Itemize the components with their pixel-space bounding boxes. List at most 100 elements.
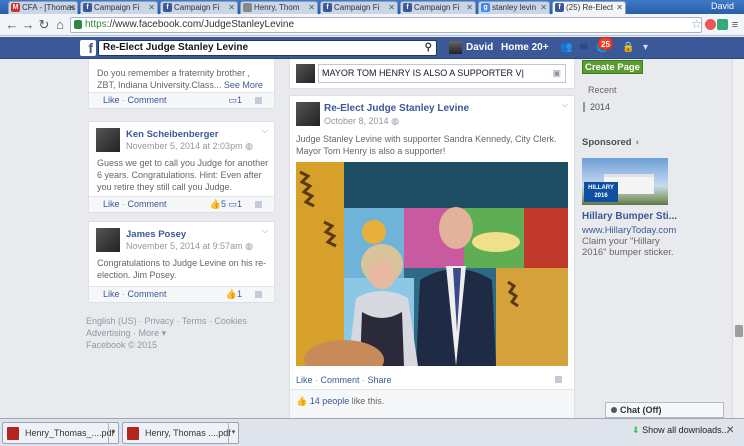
close-icon[interactable]: ✕ — [148, 2, 155, 13]
comment-link[interactable]: Comment — [128, 95, 167, 105]
comment-link[interactable]: Comment — [128, 199, 167, 209]
chat-tab[interactable]: Chat (Off) — [605, 402, 724, 418]
address-bar[interactable]: https://www.facebook.com/JudgeStanleyLev… — [70, 17, 702, 33]
footer-link[interactable]: Advertising — [86, 328, 131, 338]
facebook-icon: f — [403, 3, 412, 12]
like-button[interactable]: Like — [296, 375, 313, 385]
show-all-downloads-link[interactable]: ⬇ Show all downloads... — [632, 425, 729, 436]
download-item[interactable]: Henry, Thomas ....pdf ▾ — [122, 422, 239, 444]
close-icon[interactable]: ✕ — [616, 2, 623, 13]
tab-label: Campaign Fi — [334, 3, 380, 12]
profile-link[interactable]: David — [466, 42, 493, 53]
likes-count-link[interactable]: 14 people — [310, 396, 350, 406]
browser-tab[interactable]: f Campaign Fi ✕ — [400, 1, 476, 14]
see-more-link[interactable]: See More — [224, 80, 263, 90]
search-icon[interactable]: ⚲ — [425, 41, 432, 55]
facebook-logo-icon[interactable]: f — [80, 40, 96, 56]
post-author[interactable]: Re-Elect Judge Stanley Levine — [324, 103, 469, 114]
flag-icon[interactable] — [255, 201, 262, 208]
back-icon[interactable]: ← — [5, 18, 19, 32]
reload-icon[interactable]: ↻ — [37, 18, 51, 32]
camera-icon[interactable]: ▣ — [552, 65, 561, 82]
extension-icon[interactable] — [717, 19, 728, 30]
home-link[interactable]: Home 20+ — [501, 42, 549, 53]
privacy-lock-icon[interactable]: 🔒 — [622, 42, 634, 53]
messages-icon[interactable]: ✉ — [578, 42, 589, 53]
comment-date[interactable]: November 5, 2014 at 9:57am ◍ — [126, 241, 253, 252]
page-scrollbar[interactable] — [732, 59, 744, 418]
settings-chevron-icon[interactable]: ▾ — [640, 42, 651, 53]
browser-tab[interactable]: M CFA - [Thomas ✕ — [8, 1, 78, 14]
footer-link[interactable]: English (US) — [86, 316, 137, 326]
footer-link[interactable]: Privacy — [145, 316, 175, 326]
friend-requests-icon[interactable]: 👥 — [560, 42, 572, 53]
search-input[interactable]: Re-Elect Judge Stanley Levine ⚲ — [98, 40, 437, 56]
like-count[interactable]: 👍1 — [226, 287, 242, 302]
commenter-name[interactable]: James Posey — [126, 229, 186, 240]
close-icon[interactable]: ✕ — [540, 2, 547, 13]
comment-date[interactable]: November 5, 2014 at 2:03pm ◍ — [126, 141, 253, 152]
chevron-down-icon[interactable]: ▾ — [108, 423, 118, 443]
browser-profile-name[interactable]: David — [711, 1, 734, 12]
browser-tab[interactable]: f Campaign Fi ✕ — [80, 1, 158, 14]
ad-title[interactable]: Hillary Bumper Sti... — [582, 211, 677, 222]
close-icon[interactable]: ✕ — [308, 2, 315, 13]
facebook-icon: f — [163, 3, 172, 12]
timeline-year-2014[interactable]: 2014 — [583, 102, 643, 112]
chevron-down-icon[interactable]: ▾ — [162, 328, 167, 338]
page-avatar[interactable] — [296, 102, 320, 126]
chevron-down-icon[interactable]: ▾ — [228, 423, 238, 443]
close-icon[interactable]: ✕ — [388, 2, 395, 13]
create-page-button[interactable]: Create Page — [582, 60, 643, 74]
footer-link[interactable]: More — [139, 328, 160, 338]
menu-icon[interactable]: ≡ — [728, 18, 742, 32]
browser-tab[interactable]: f Campaign Fi ✕ — [160, 1, 238, 14]
browser-tab[interactable]: Henry, Thom ✕ — [240, 1, 318, 14]
page-content: Do you remember a fraternity brother , Z… — [0, 59, 744, 418]
bookmark-star-icon[interactable]: ☆ — [691, 17, 702, 31]
close-icon[interactable]: ✕ — [466, 2, 473, 13]
avatar[interactable] — [449, 41, 462, 54]
avatar[interactable] — [96, 228, 120, 252]
comment-count[interactable]: ▭1 — [228, 93, 242, 108]
like-count[interactable]: 👍5 ▭1 — [210, 197, 242, 212]
post-date[interactable]: October 8, 2014 ◍ — [324, 116, 399, 127]
flag-icon[interactable] — [555, 376, 562, 383]
scrollbar-thumb[interactable] — [735, 325, 743, 337]
comment-link[interactable]: Comment — [128, 289, 167, 299]
chevron-down-icon[interactable]: ⌵ — [262, 126, 268, 136]
share-button[interactable]: Share — [368, 375, 392, 385]
avatar[interactable] — [96, 128, 120, 152]
comment-actions: Like · Comment 👍5 ▭1 — [89, 196, 274, 212]
like-link[interactable]: Like — [103, 95, 120, 105]
download-item[interactable]: Henry_Thomas_....pdf ▾ — [2, 422, 119, 444]
ad-image[interactable]: HILLARY 2016 — [582, 158, 668, 205]
like-link[interactable]: Like — [103, 289, 120, 299]
browser-tab[interactable]: g stanley levin ✕ — [478, 1, 550, 14]
browser-tab-active[interactable]: f (25) Re-Elect ✕ — [552, 1, 626, 14]
ad-choices-icon[interactable]: ◖ — [634, 137, 640, 148]
close-icon[interactable]: ✕ — [726, 425, 734, 436]
footer-link[interactable]: Terms — [182, 316, 207, 326]
comment-button[interactable]: Comment — [321, 375, 360, 385]
timeline-year-recent[interactable]: Recent — [583, 85, 643, 95]
chevron-down-icon[interactable]: ⌵ — [262, 226, 268, 236]
extension-icon[interactable] — [705, 19, 716, 30]
ad-url[interactable]: www.HillaryToday.com — [582, 225, 676, 236]
commenter-name[interactable]: Ken Scheibenberger — [126, 129, 218, 140]
browser-tab[interactable]: f Campaign Fi ✕ — [320, 1, 398, 14]
likes-summary: 👍 14 people like this. — [290, 389, 574, 418]
like-link[interactable]: Like — [103, 199, 120, 209]
flag-icon[interactable] — [255, 97, 262, 104]
forward-icon[interactable]: → — [21, 18, 35, 32]
composer-input[interactable]: MAYOR TOM HENRY IS ALSO A SUPPORTER V| ▣ — [318, 64, 566, 83]
footer-link[interactable]: Cookies — [214, 316, 247, 326]
chevron-down-icon[interactable]: ⌵ — [562, 100, 568, 110]
home-icon[interactable]: ⌂ — [53, 18, 67, 32]
browser-toolbar: ← → ↻ ⌂ https://www.facebook.com/JudgeSt… — [0, 14, 744, 36]
close-icon[interactable]: ✕ — [228, 2, 235, 13]
close-icon[interactable]: ✕ — [68, 2, 75, 13]
post-photo[interactable] — [296, 162, 568, 366]
flag-icon[interactable] — [255, 291, 262, 298]
footer-links: English (US) · Privacy · Terms · Cookies… — [86, 316, 247, 350]
